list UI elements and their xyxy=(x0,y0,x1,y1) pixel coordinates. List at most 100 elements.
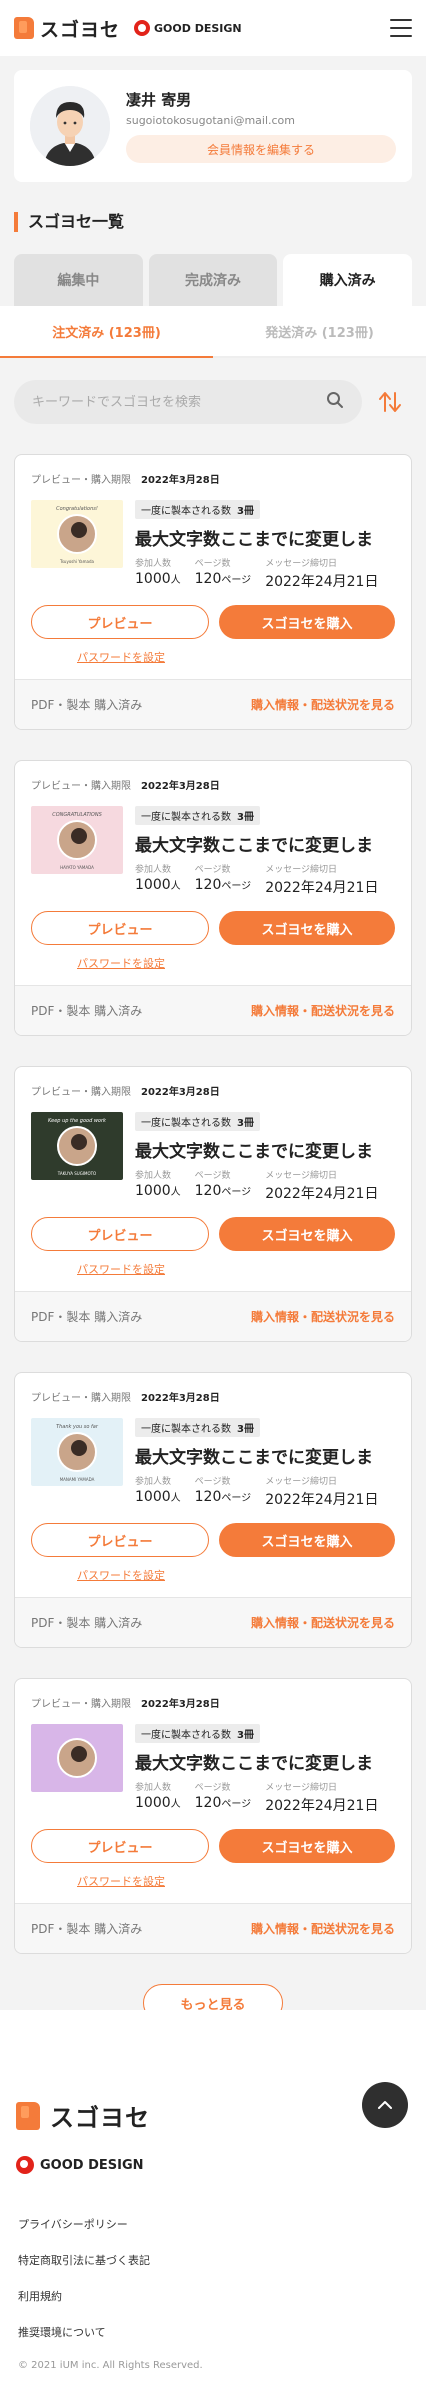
search-input[interactable] xyxy=(32,394,326,410)
book-cover-thumbnail[interactable]: CONGRATULATIONS HAYATO YAMADA xyxy=(31,806,123,874)
scroll-to-top-button[interactable] xyxy=(362,2082,408,2128)
participants-unit: 人 xyxy=(170,1187,181,1198)
cover-title: CONGRATULATIONS xyxy=(52,812,102,818)
set-password-link[interactable]: パスワードを設定 xyxy=(77,1567,395,1583)
book-cover-thumbnail[interactable]: Congratulations! Tsuyoshi Yamada xyxy=(31,500,123,568)
tab-editing[interactable]: 編集中 xyxy=(14,254,143,306)
book-meta: 参加人数 1000人 ページ数 120ページ メッセージ締切日 2022年24月… xyxy=(135,1168,395,1203)
footer-link-terms[interactable]: 利用規約 xyxy=(18,2288,150,2304)
card-main: Congratulations! Tsuyoshi Yamada 一度に製本され… xyxy=(31,500,395,591)
cover-title: Thank you so far xyxy=(56,1424,98,1430)
meta-participants: 参加人数 1000人 xyxy=(135,1168,181,1203)
footer-logo[interactable]: スゴヨセ xyxy=(16,2098,164,2133)
view-shipping-link[interactable]: 購入情報・配送状況を見る xyxy=(251,696,395,713)
buy-button[interactable]: スゴヨセを購入 xyxy=(219,605,395,639)
copyright: © 2021 iUM inc. All Rights Reserved. xyxy=(18,2360,203,2371)
preview-button[interactable]: プレビュー xyxy=(31,1217,209,1251)
card-main: Keep up the good work TAKUYA SUGIMOTO 一度… xyxy=(31,1112,395,1203)
edit-profile-button[interactable]: 会員情報を編集する xyxy=(126,135,396,163)
set-password-link[interactable]: パスワードを設定 xyxy=(77,955,395,971)
section-title: スゴヨセ一覧 xyxy=(14,212,412,232)
period-label: プレビュー・購入期限 xyxy=(31,1393,131,1404)
sugoyose-logo-icon[interactable] xyxy=(14,17,34,39)
book-cover-thumbnail[interactable] xyxy=(31,1724,123,1792)
period-date: 2022年3月28日 xyxy=(141,475,220,486)
hamburger-menu-icon[interactable] xyxy=(390,19,412,37)
preview-button[interactable]: プレビュー xyxy=(31,1523,209,1557)
preview-button[interactable]: プレビュー xyxy=(31,605,209,639)
book-meta: 参加人数 1000人 ページ数 120ページ メッセージ締切日 2022年24月… xyxy=(135,556,395,591)
subtab-ordered[interactable]: 注文済み (123冊) xyxy=(0,306,213,358)
participants-value: 1000 xyxy=(135,1489,171,1505)
book-cover-thumbnail[interactable]: Thank you so far MANAMI YAMADA xyxy=(31,1418,123,1486)
card-body: プレビュー・購入期限 2022年3月28日 CONGRATULATIONS HAY… xyxy=(15,761,411,985)
cover-name: HAYATO YAMADA xyxy=(60,865,94,870)
footer-link-privacy[interactable]: プライバシーポリシー xyxy=(18,2216,150,2232)
pages-label: ページ数 xyxy=(194,1783,231,1793)
period-date: 2022年3月28日 xyxy=(141,781,220,792)
book-card: プレビュー・購入期限 2022年3月28日 CONGRATULATIONS HAY… xyxy=(14,760,412,1036)
set-password-link[interactable]: パスワードを設定 xyxy=(77,1873,395,1889)
deadline-label: メッセージ締切日 xyxy=(265,1171,338,1181)
order-subtabs: 注文済み (123冊) 発送済み (123冊) xyxy=(0,306,426,358)
card-footer: PDF・製本 購入済み 購入情報・配送状況を見る xyxy=(15,679,411,729)
meta-pages: ページ数 120ページ xyxy=(195,862,252,897)
subtab-shipped[interactable]: 発送済み (123冊) xyxy=(213,306,426,358)
logo-text[interactable]: スゴヨセ xyxy=(40,15,120,42)
purchase-period: プレビュー・購入期限 2022年3月28日 xyxy=(31,1389,395,1404)
purchase-status: PDF・製本 購入済み xyxy=(31,1310,143,1324)
pages-value: 120 xyxy=(194,571,222,587)
count-value: 3冊 xyxy=(237,1118,254,1129)
footer-link-commerce-law[interactable]: 特定商取引法に基づく表記 xyxy=(18,2252,150,2268)
tab-completed[interactable]: 完成済み xyxy=(148,254,278,306)
search-icon[interactable] xyxy=(326,391,344,413)
preview-button[interactable]: プレビュー xyxy=(31,1829,209,1863)
footer-good-design-badge: GOOD DESIGN xyxy=(16,2156,144,2174)
buy-button[interactable]: スゴヨセを購入 xyxy=(219,1829,395,1863)
view-shipping-link[interactable]: 購入情報・配送状況を見る xyxy=(251,1614,395,1631)
pages-unit: ページ xyxy=(221,881,252,892)
book-title: 最大文字数ここまでに変更しま xyxy=(135,1754,373,1774)
card-footer: PDF・製本 購入済み 購入情報・配送状況を見る xyxy=(15,985,411,1035)
card-main: CONGRATULATIONS HAYATO YAMADA 一度に製本される数 3… xyxy=(31,806,395,897)
deadline-label: メッセージ締切日 xyxy=(265,865,338,875)
view-shipping-link[interactable]: 購入情報・配送状況を見る xyxy=(251,1308,395,1325)
period-date: 2022年3月28日 xyxy=(141,1699,220,1710)
deadline-label: メッセージ締切日 xyxy=(265,1477,338,1487)
set-password-link[interactable]: パスワードを設定 xyxy=(77,1261,395,1277)
footer: スゴヨセ GOOD DESIGN プライバシーポリシー 特定商取引法に基づく表記… xyxy=(0,2010,426,2404)
buy-button[interactable]: スゴヨセを購入 xyxy=(219,911,395,945)
page: スゴヨセ GOOD DESIGN 凄井 寄男 sugoiotokosugotan… xyxy=(0,0,426,2404)
view-shipping-link[interactable]: 購入情報・配送状況を見る xyxy=(251,1920,395,1937)
set-password-link[interactable]: パスワードを設定 xyxy=(77,649,395,665)
deadline-label: メッセージ締切日 xyxy=(265,559,338,569)
sugoyose-logo-icon xyxy=(16,2101,40,2130)
cover-photo xyxy=(57,1126,97,1166)
count-value: 3冊 xyxy=(237,812,254,823)
book-title: 最大文字数ここまでに変更しま xyxy=(135,836,373,856)
buy-button[interactable]: スゴヨセを購入 xyxy=(219,1523,395,1557)
meta-deadline: メッセージ締切日 2022年24月21日 xyxy=(265,556,378,591)
preview-button[interactable]: プレビュー xyxy=(31,911,209,945)
book-card: プレビュー・購入期限 2022年3月28日 一度に製本される数 3冊 最大文字数ここ… xyxy=(14,1678,412,1954)
good-design-badge: GOOD DESIGN xyxy=(134,20,242,36)
tab-purchased[interactable]: 購入済み xyxy=(283,254,413,306)
book-cover-thumbnail[interactable]: Keep up the good work TAKUYA SUGIMOTO xyxy=(31,1112,123,1180)
view-shipping-link[interactable]: 購入情報・配送状況を見る xyxy=(251,1002,395,1019)
deadline-value: 2022年24月21日 xyxy=(265,1798,379,1814)
buy-button[interactable]: スゴヨセを購入 xyxy=(219,1217,395,1251)
sort-icon[interactable] xyxy=(368,380,412,424)
count-value: 3冊 xyxy=(237,1730,254,1741)
participants-label: 参加人数 xyxy=(135,1783,172,1793)
pages-value: 120 xyxy=(194,877,222,893)
book-card: プレビュー・購入期限 2022年3月28日 Congratulations! Ts… xyxy=(14,454,412,730)
profile-card: 凄井 寄男 sugoiotokosugotani@mail.com 会員情報を編… xyxy=(14,70,412,182)
footer-link-environment[interactable]: 推奨環境について xyxy=(18,2324,150,2340)
profile-name: 凄井 寄男 xyxy=(126,91,192,109)
card-actions: プレビュー スゴヨセを購入 xyxy=(31,1217,395,1251)
deadline-label: メッセージ締切日 xyxy=(265,1783,338,1793)
footer-good-design-label: GOOD DESIGN xyxy=(40,2157,144,2173)
cover-name: Tsuyoshi Yamada xyxy=(60,559,94,564)
participants-label: 参加人数 xyxy=(135,559,172,569)
participants-value: 1000 xyxy=(135,1183,171,1199)
